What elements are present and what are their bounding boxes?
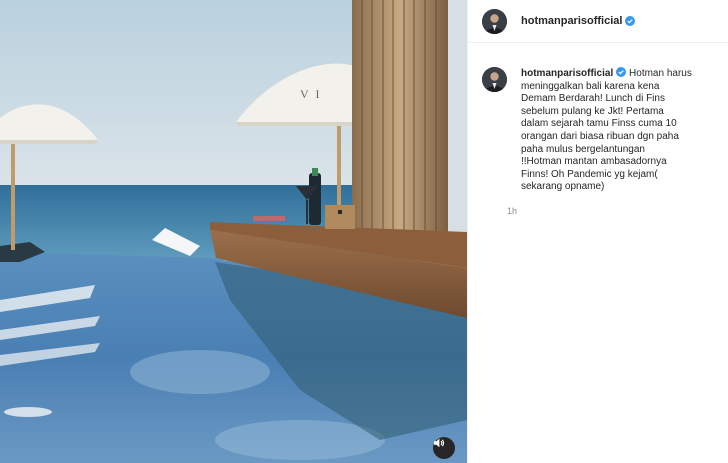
caption-body: hotmanparisofficial Hotman harus meningg… [507, 67, 717, 216]
post-timestamp[interactable]: 1h [507, 206, 717, 216]
caption-message: Hotman harus meninggalkan bali karena ke… [521, 68, 692, 193]
avatar[interactable] [482, 67, 507, 92]
caption-comment: hotmanparisofficial Hotman harus meningg… [468, 43, 728, 216]
username-link[interactable]: hotmanparisofficial [521, 15, 622, 27]
sound-toggle-button[interactable] [433, 437, 455, 459]
post-side-panel: hotmanparisofficial hotmanparisofficial … [467, 0, 728, 463]
verified-badge-icon [625, 16, 636, 26]
svg-text:V I: V I [300, 87, 321, 101]
umbrella-pole [11, 140, 15, 250]
profile-photo [482, 8, 507, 34]
post-header: hotmanparisofficial [468, 0, 728, 43]
caption-username-link[interactable]: hotmanparisofficial [521, 68, 613, 79]
profile-photo [482, 67, 507, 92]
speaker-icon [434, 438, 445, 448]
pool-video-frame: V I [0, 0, 467, 463]
post-media[interactable]: V I [0, 0, 467, 463]
avatar[interactable] [482, 8, 507, 34]
verified-badge-icon [616, 67, 627, 77]
caption-text: hotmanparisofficial Hotman harus meningg… [521, 67, 717, 194]
